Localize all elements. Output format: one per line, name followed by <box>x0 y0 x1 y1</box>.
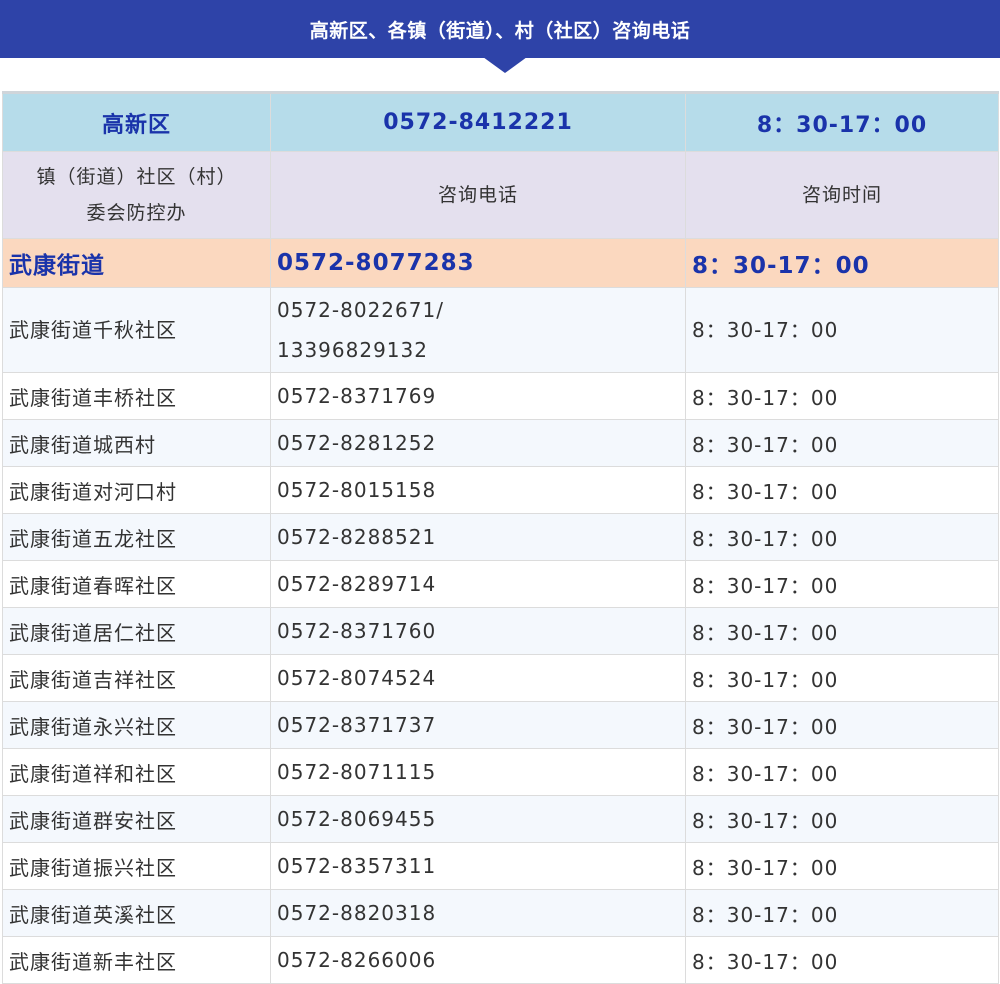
community-name: 武康街道永兴社区 <box>2 701 271 749</box>
community-name: 武康街道祥和社区 <box>2 748 271 796</box>
district-row: 高新区 0572-8412221 8：30-17：00 <box>2 91 999 152</box>
community-name: 武康街道居仁社区 <box>2 607 271 655</box>
district-name: 高新区 <box>2 91 271 152</box>
community-phone: 0572-8015158 <box>270 466 686 514</box>
community-hours: 8：30-17：00 <box>685 419 999 467</box>
table-header-row: 镇（街道）社区（村） 委会防控办 咨询电话 咨询时间 <box>2 151 999 239</box>
table-row: 武康街道吉祥社区 0572-8074524 8：30-17：00 <box>2 654 999 702</box>
community-hours: 8：30-17：00 <box>685 560 999 608</box>
contacts-table: 高新区 0572-8412221 8：30-17：00 镇（街道）社区（村） 委… <box>2 91 999 984</box>
header-organization: 镇（街道）社区（村） 委会防控办 <box>2 151 271 239</box>
table-row: 武康街道对河口村 0572-8015158 8：30-17：00 <box>2 466 999 514</box>
community-phone: 0572-8071115 <box>270 748 686 796</box>
table-row: 武康街道振兴社区 0572-8357311 8：30-17：00 <box>2 842 999 890</box>
table-row: 武康街道永兴社区 0572-8371737 8：30-17：00 <box>2 701 999 749</box>
community-phone: 0572-8074524 <box>270 654 686 702</box>
community-hours: 8：30-17：00 <box>685 654 999 702</box>
header-organization-line1: 镇（街道）社区（村） <box>36 166 237 188</box>
table-row: 武康街道祥和社区 0572-8071115 8：30-17：00 <box>2 748 999 796</box>
table-row: 武康街道居仁社区 0572-8371760 8：30-17：00 <box>2 607 999 655</box>
district-hours: 8：30-17：00 <box>685 91 999 152</box>
community-phone-line1: 0572-8022671/ <box>277 298 444 322</box>
community-phone: 0572-8357311 <box>270 842 686 890</box>
community-name: 武康街道对河口村 <box>2 466 271 514</box>
header-phone: 咨询电话 <box>270 151 686 239</box>
community-name: 武康街道英溪社区 <box>2 889 271 937</box>
community-phone: 0572-8289714 <box>270 560 686 608</box>
community-hours: 8：30-17：00 <box>685 466 999 514</box>
community-name: 武康街道城西村 <box>2 419 271 467</box>
community-hours: 8：30-17：00 <box>685 372 999 420</box>
community-phone: 0572-8281252 <box>270 419 686 467</box>
community-phone-line2: 13396829132 <box>277 338 428 362</box>
street-hours: 8：30-17：00 <box>685 238 999 288</box>
community-phone: 0572-8288521 <box>270 513 686 561</box>
community-name: 武康街道吉祥社区 <box>2 654 271 702</box>
community-phone: 0572-8266006 <box>270 936 686 984</box>
community-name: 武康街道五龙社区 <box>2 513 271 561</box>
table-row: 武康街道千秋社区 0572-8022671/ 13396829132 8：30-… <box>2 287 999 373</box>
table-row: 武康街道英溪社区 0572-8820318 8：30-17：00 <box>2 889 999 937</box>
community-phone: 0572-8371737 <box>270 701 686 749</box>
header-organization-line2: 委会防控办 <box>86 202 187 224</box>
community-hours: 8：30-17：00 <box>685 701 999 749</box>
table-row: 武康街道五龙社区 0572-8288521 8：30-17：00 <box>2 513 999 561</box>
community-name: 武康街道新丰社区 <box>2 936 271 984</box>
community-hours: 8：30-17：00 <box>685 795 999 843</box>
street-phone: 0572-8077283 <box>270 238 686 288</box>
community-hours: 8：30-17：00 <box>685 287 999 373</box>
community-phone: 0572-8069455 <box>270 795 686 843</box>
banner-pointer-arrow <box>483 57 527 73</box>
header-hours: 咨询时间 <box>685 151 999 239</box>
community-phone: 0572-8371769 <box>270 372 686 420</box>
community-hours: 8：30-17：00 <box>685 889 999 937</box>
community-name: 武康街道群安社区 <box>2 795 271 843</box>
page-banner: 高新区、各镇（街道）、村（社区）咨询电话 <box>0 0 1000 58</box>
community-phone: 0572-8022671/ 13396829132 <box>270 287 686 373</box>
street-name: 武康街道 <box>2 238 271 288</box>
community-name: 武康街道振兴社区 <box>2 842 271 890</box>
community-name: 武康街道千秋社区 <box>2 287 271 373</box>
table-row: 武康街道新丰社区 0572-8266006 8：30-17：00 <box>2 936 999 984</box>
community-name: 武康街道丰桥社区 <box>2 372 271 420</box>
table-row: 武康街道城西村 0572-8281252 8：30-17：00 <box>2 419 999 467</box>
community-hours: 8：30-17：00 <box>685 936 999 984</box>
community-hours: 8：30-17：00 <box>685 607 999 655</box>
table-row: 武康街道群安社区 0572-8069455 8：30-17：00 <box>2 795 999 843</box>
banner-title: 高新区、各镇（街道）、村（社区）咨询电话 <box>309 19 691 42</box>
street-row: 武康街道 0572-8077283 8：30-17：00 <box>2 238 999 288</box>
community-phone: 0572-8371760 <box>270 607 686 655</box>
table-row: 武康街道春晖社区 0572-8289714 8：30-17：00 <box>2 560 999 608</box>
community-hours: 8：30-17：00 <box>685 748 999 796</box>
community-hours: 8：30-17：00 <box>685 513 999 561</box>
community-phone: 0572-8820318 <box>270 889 686 937</box>
community-hours: 8：30-17：00 <box>685 842 999 890</box>
table-row: 武康街道丰桥社区 0572-8371769 8：30-17：00 <box>2 372 999 420</box>
district-phone: 0572-8412221 <box>270 91 686 152</box>
community-name: 武康街道春晖社区 <box>2 560 271 608</box>
